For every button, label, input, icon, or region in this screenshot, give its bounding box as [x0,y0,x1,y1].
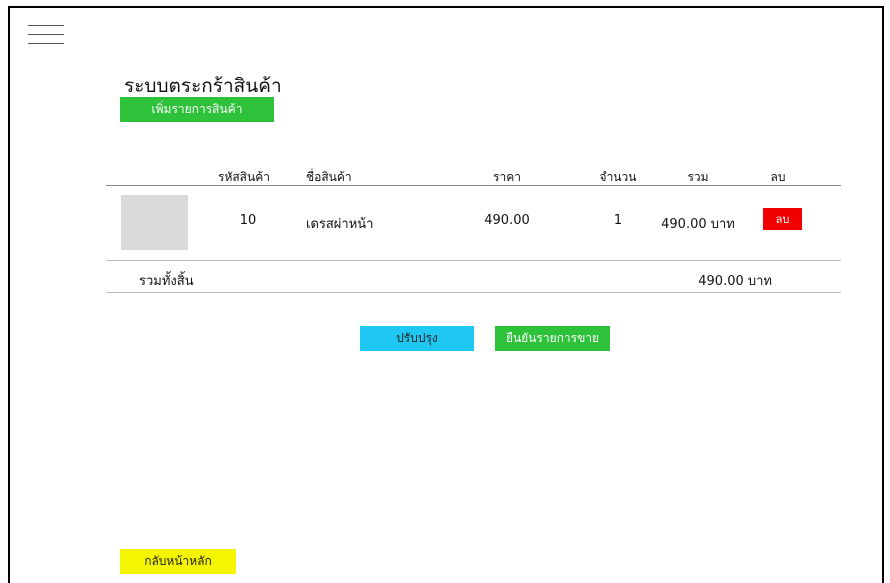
column-header-name: ชื่อสินค้า [306,170,352,184]
column-header-qty: จำนวน [599,170,637,184]
table-total-row: รวมทั้งสิ้น 490.00 บาท [106,261,841,293]
add-product-button[interactable]: เพิ่มรายการสินค้า [120,97,274,122]
confirm-sale-button[interactable]: ยืนยันรายการขาย [495,326,610,351]
cart-table: รหัสสินค้า ชื่อสินค้า ราคา จำนวน รวม ลบ … [106,168,841,293]
page-frame: ระบบตระกร้าสินค้า เพิ่มรายการสินค้า รหัส… [8,6,884,583]
column-header-delete: ลบ [770,170,786,184]
total-value: 490.00 บาท [698,274,772,289]
table-row: 10 เดรสผ่าหน้า 490.00 1 490.00 บาท ลบ [106,186,841,261]
product-name: เดรสผ่าหน้า [306,217,374,232]
column-header-price: ราคา [493,170,521,184]
delete-button[interactable]: ลบ [763,208,802,230]
product-price: 490.00 [484,213,530,228]
product-qty: 1 [613,213,623,228]
table-header: รหัสสินค้า ชื่อสินค้า ราคา จำนวน รวม ลบ [106,168,841,186]
column-header-sum: รวม [687,170,709,184]
column-header-code: รหัสสินค้า [218,170,270,184]
update-button[interactable]: ปรับปรุง [360,326,474,351]
hamburger-menu-icon[interactable] [28,23,64,47]
product-sum: 490.00 บาท [661,217,735,232]
product-image-placeholder [121,195,188,250]
total-label: รวมทั้งสิ้น [139,274,194,289]
product-code: 10 [239,213,257,228]
back-home-button[interactable]: กลับหน้าหลัก [120,549,236,574]
